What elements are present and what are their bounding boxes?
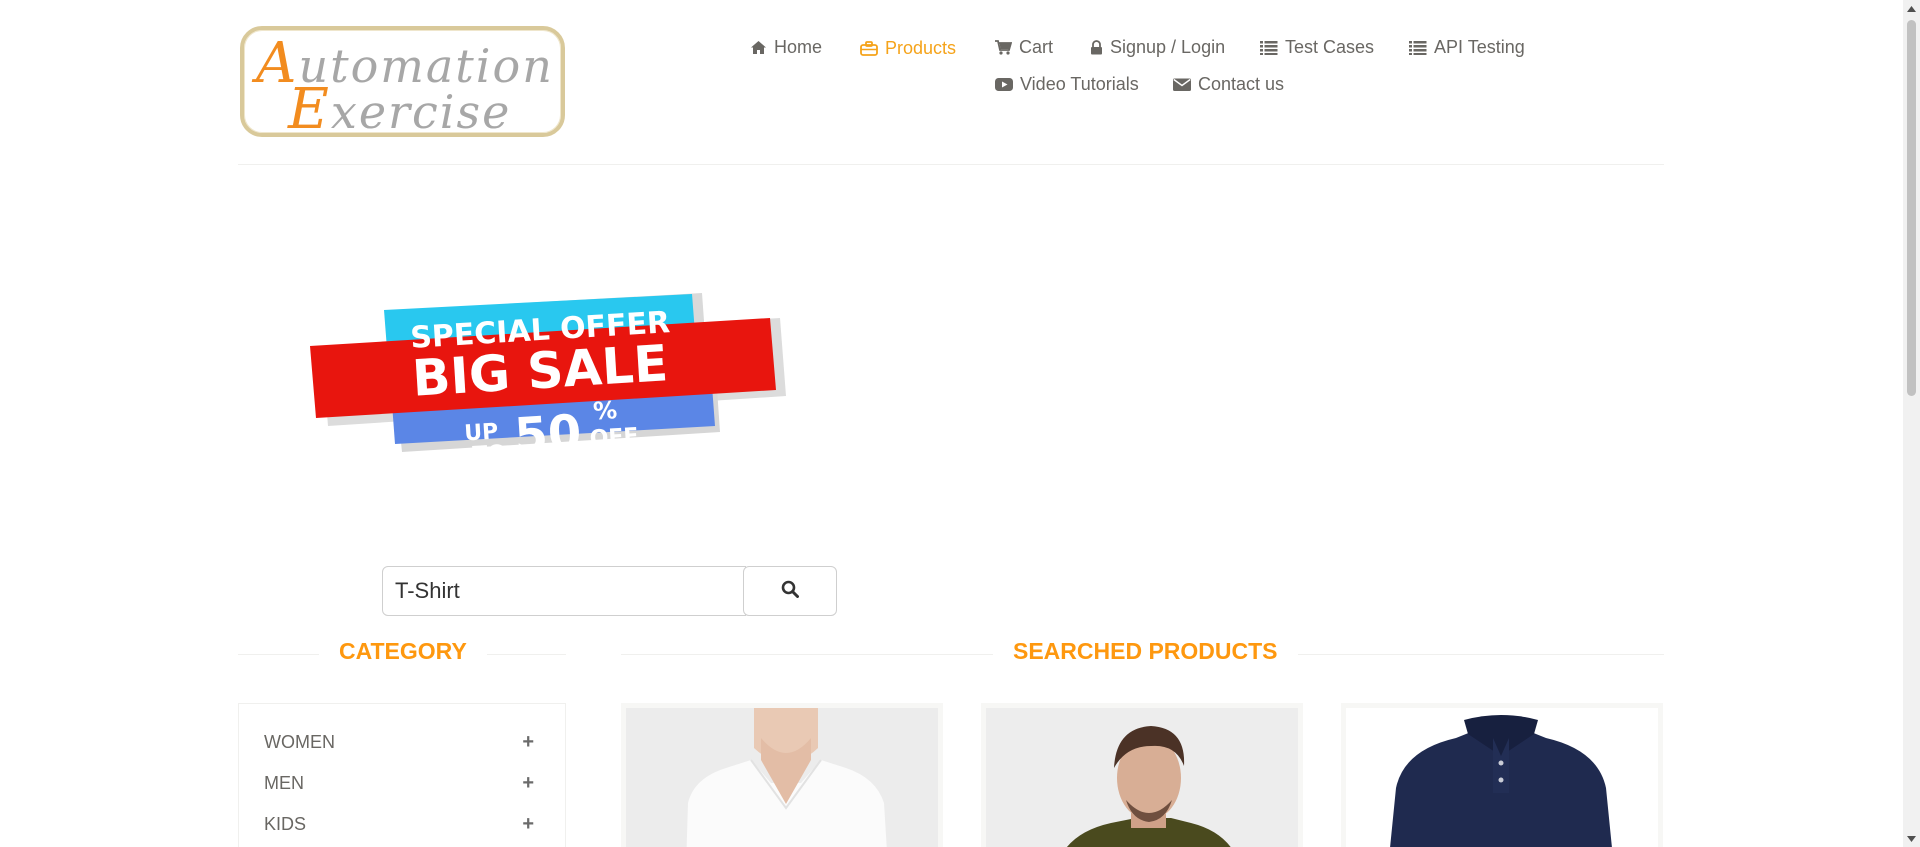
plus-icon[interactable]: + — [522, 731, 534, 754]
category-women[interactable]: WOMEN + — [264, 728, 534, 756]
search-input[interactable] — [382, 566, 746, 616]
youtube-play-icon — [995, 77, 1013, 92]
searched-products-title: SEARCHED PRODUCTS — [993, 638, 1298, 665]
scrollbar-thumb[interactable] — [1907, 20, 1916, 396]
nav-signup-login[interactable]: Signup / Login — [1090, 37, 1225, 58]
search-icon — [781, 580, 799, 603]
header-divider — [238, 164, 1664, 165]
sale-banner-graphic: SPECIAL OFFER BIG SALE UP TO 50 % OFF — [310, 293, 786, 468]
nav-contact-us-label: Contact us — [1198, 74, 1285, 94]
sale-banner: SPECIAL OFFER BIG SALE UP TO 50 % OFF — [308, 262, 798, 487]
product-image-olive-shirt[interactable] — [986, 708, 1298, 847]
banner-off: OFF — [589, 424, 639, 452]
product-card — [621, 703, 943, 847]
banner-percent-value: 50 — [513, 404, 583, 464]
nav-api-testing-label: API Testing — [1434, 37, 1525, 57]
category-kids[interactable]: KIDS + — [264, 810, 534, 838]
category-title: CATEGORY — [319, 638, 487, 665]
list-icon — [1260, 40, 1278, 55]
banner-to: TO — [472, 441, 507, 468]
main-nav: Home Products Cart Signup / Login Test C… — [0, 37, 1903, 107]
plus-icon[interactable]: + — [522, 813, 534, 836]
plus-icon[interactable]: + — [522, 772, 534, 795]
lock-icon — [1090, 40, 1103, 55]
page-scrollbar[interactable] — [1903, 0, 1920, 847]
banner-percent-sign: % — [592, 396, 618, 425]
product-card — [981, 703, 1303, 847]
nav-video-tutorials-label: Video Tutorials — [1020, 74, 1139, 94]
scroll-down-arrow-icon[interactable] — [1903, 830, 1920, 847]
nav-test-cases[interactable]: Test Cases — [1260, 37, 1374, 58]
nav-home[interactable]: Home — [750, 37, 822, 58]
nav-home-label: Home — [774, 37, 823, 57]
list-icon — [1409, 40, 1427, 55]
product-image-white-tshirt[interactable] — [626, 708, 938, 847]
page: Automation Exercise Home Products Cart S… — [0, 0, 1903, 847]
search-button[interactable] — [743, 566, 837, 616]
briefcase-icon — [860, 41, 878, 56]
scroll-up-arrow-icon[interactable] — [1903, 0, 1920, 17]
home-icon — [750, 40, 767, 55]
category-men-label: MEN — [264, 772, 304, 793]
nav-signup-login-label: Signup / Login — [1110, 37, 1226, 57]
cart-icon — [995, 40, 1012, 55]
nav-cart[interactable]: Cart — [995, 37, 1053, 58]
nav-video-tutorials[interactable]: Video Tutorials — [995, 74, 1139, 95]
nav-test-cases-label: Test Cases — [1285, 37, 1375, 57]
nav-products[interactable]: Products — [860, 38, 956, 59]
category-kids-label: KIDS — [264, 813, 307, 834]
product-image-navy-polo[interactable] — [1346, 708, 1658, 847]
nav-contact-us[interactable]: Contact us — [1173, 74, 1284, 95]
nav-products-label: Products — [885, 38, 957, 58]
product-card — [1341, 703, 1663, 847]
nav-cart-label: Cart — [1019, 37, 1054, 57]
nav-api-testing[interactable]: API Testing — [1409, 37, 1525, 58]
category-panel: WOMEN + MEN + KIDS + — [238, 703, 566, 847]
envelope-icon — [1173, 77, 1191, 92]
category-women-label: WOMEN — [264, 731, 335, 752]
category-men[interactable]: MEN + — [264, 769, 534, 797]
